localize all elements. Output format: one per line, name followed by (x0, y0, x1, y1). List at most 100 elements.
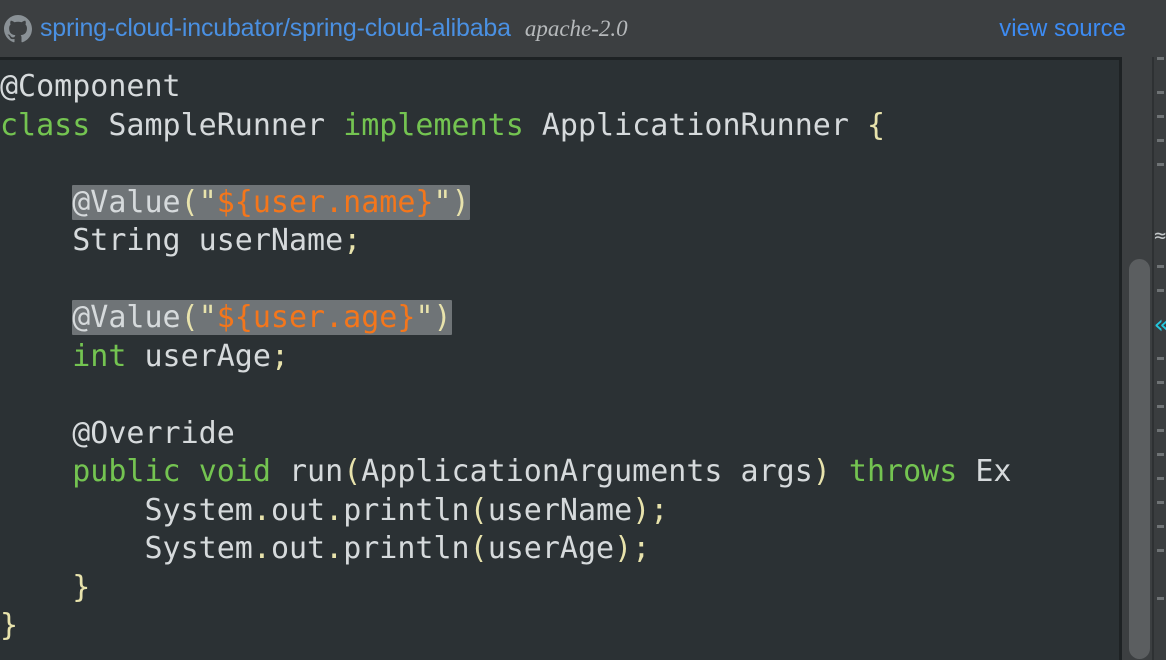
edge-marker (1157, 405, 1164, 408)
code-line: System.out.println(userAge); (0, 530, 1011, 569)
edge-marker (1157, 91, 1164, 94)
edge-marker (1157, 597, 1164, 600)
edge-marker (1157, 357, 1164, 360)
vertical-scrollbar-track[interactable] (1124, 57, 1154, 660)
code-token-placeholder: ${user.name} (216, 184, 434, 220)
github-mark-icon (4, 14, 32, 43)
code-token-string: " (198, 184, 217, 220)
background-panel-edge-strip: ≈ « (1152, 57, 1166, 660)
code-token-keyword: class (0, 107, 91, 143)
edge-marker (1157, 549, 1164, 552)
code-token-punct: ; (343, 223, 362, 258)
code-token-plain: userAge (126, 338, 271, 374)
code-token-plain: Ex (957, 454, 1012, 489)
edge-marker (1157, 265, 1164, 268)
code-token-keyword: throws (848, 454, 958, 489)
code-token-punct: . (252, 531, 271, 566)
code-line: public void run(ApplicationArguments arg… (0, 453, 1011, 492)
code-line: @Value("${user.age}") (0, 299, 1011, 338)
code-token-punct: ( (469, 492, 488, 528)
code-token-annotation: @Component (0, 69, 181, 104)
source-code-block: @Component class SampleRunner implements … (0, 68, 1011, 646)
code-token-keyword: int (72, 338, 127, 374)
code-token-punct: ; (270, 338, 289, 374)
code-viewport[interactable]: @Component class SampleRunner implements … (0, 57, 1122, 660)
code-token-plain: println (343, 492, 470, 528)
code-line: class SampleRunner implements Applicatio… (0, 107, 1011, 146)
edge-marker (1157, 501, 1164, 504)
code-lines-container: @Component class SampleRunner implements … (0, 68, 1011, 646)
code-token-keyword: implements (343, 107, 524, 143)
view-source-link[interactable]: view source (999, 15, 1126, 43)
code-token-annotation: @Override (72, 415, 235, 451)
code-token-punct: ; (650, 492, 669, 528)
code-token-plain: println (343, 531, 470, 566)
license-label: apache-2.0 (524, 15, 628, 41)
code-token-brace: } (72, 569, 91, 605)
gist-embed-root: spring-cloud-incubator/spring-cloud-alib… (0, 0, 1166, 660)
edge-chevron-icon: « (1154, 312, 1166, 338)
code-line: @Override (0, 415, 1011, 454)
edge-marker (1157, 139, 1164, 142)
code-token-plain: System (144, 531, 253, 566)
code-token-annotation: @Value (72, 300, 181, 335)
code-line: String userName; (0, 222, 1011, 261)
code-token-punct: . (252, 492, 271, 528)
edge-glyph: ≈ (1154, 223, 1166, 247)
edge-marker (1157, 525, 1164, 528)
edge-marker (1157, 57, 1164, 60)
repo-name-link[interactable]: spring-cloud-incubator/spring-cloud-alib… (40, 14, 511, 43)
code-token-punct: ) (433, 300, 452, 335)
code-token-string: " (415, 300, 434, 335)
code-token-string: " (433, 184, 452, 220)
code-line: } (0, 569, 1011, 608)
code-token-punct: ) (632, 492, 651, 528)
code-line: @Value("${user.name}") (0, 184, 1011, 223)
code-token-plain: String userName (72, 223, 344, 258)
code-line: @Component (0, 68, 1011, 107)
code-token-plain: userAge (487, 531, 615, 566)
code-token-keyword: public (72, 454, 181, 489)
code-token-plain: SampleRunner (90, 107, 344, 143)
code-token-punct: ; (632, 531, 651, 566)
code-token-punct: ) (451, 184, 470, 220)
code-token-plain: userName (487, 492, 633, 528)
code-token-punct: . (325, 492, 344, 528)
code-token-punct: ( (180, 184, 199, 220)
edge-marker (1157, 429, 1164, 432)
edge-marker (1157, 289, 1164, 292)
code-token-plain: out (270, 492, 326, 528)
code-token-plain: System (144, 492, 253, 528)
code-token-punct: ( (180, 300, 199, 335)
code-token-keyword: void (198, 454, 271, 489)
code-token-brace: { (866, 107, 886, 143)
code-line: System.out.println(userName); (0, 492, 1011, 531)
edge-marker (1157, 477, 1164, 480)
selected-code-highlight: @Value("${user.age}") (72, 300, 452, 335)
code-token-plain: out (270, 531, 326, 566)
gist-header-bar: spring-cloud-incubator/spring-cloud-alib… (0, 0, 1166, 57)
edge-marker (1157, 163, 1164, 166)
code-token-brace: } (0, 608, 19, 643)
code-token-punct: . (325, 531, 344, 566)
vertical-scrollbar-thumb[interactable] (1129, 259, 1150, 659)
code-token-plain: run (270, 454, 344, 489)
code-token-string: " (198, 300, 217, 335)
edge-marker (1157, 381, 1164, 384)
edge-marker (1157, 115, 1164, 118)
code-line: } (0, 607, 1011, 646)
code-token-punct: ( (343, 454, 362, 489)
